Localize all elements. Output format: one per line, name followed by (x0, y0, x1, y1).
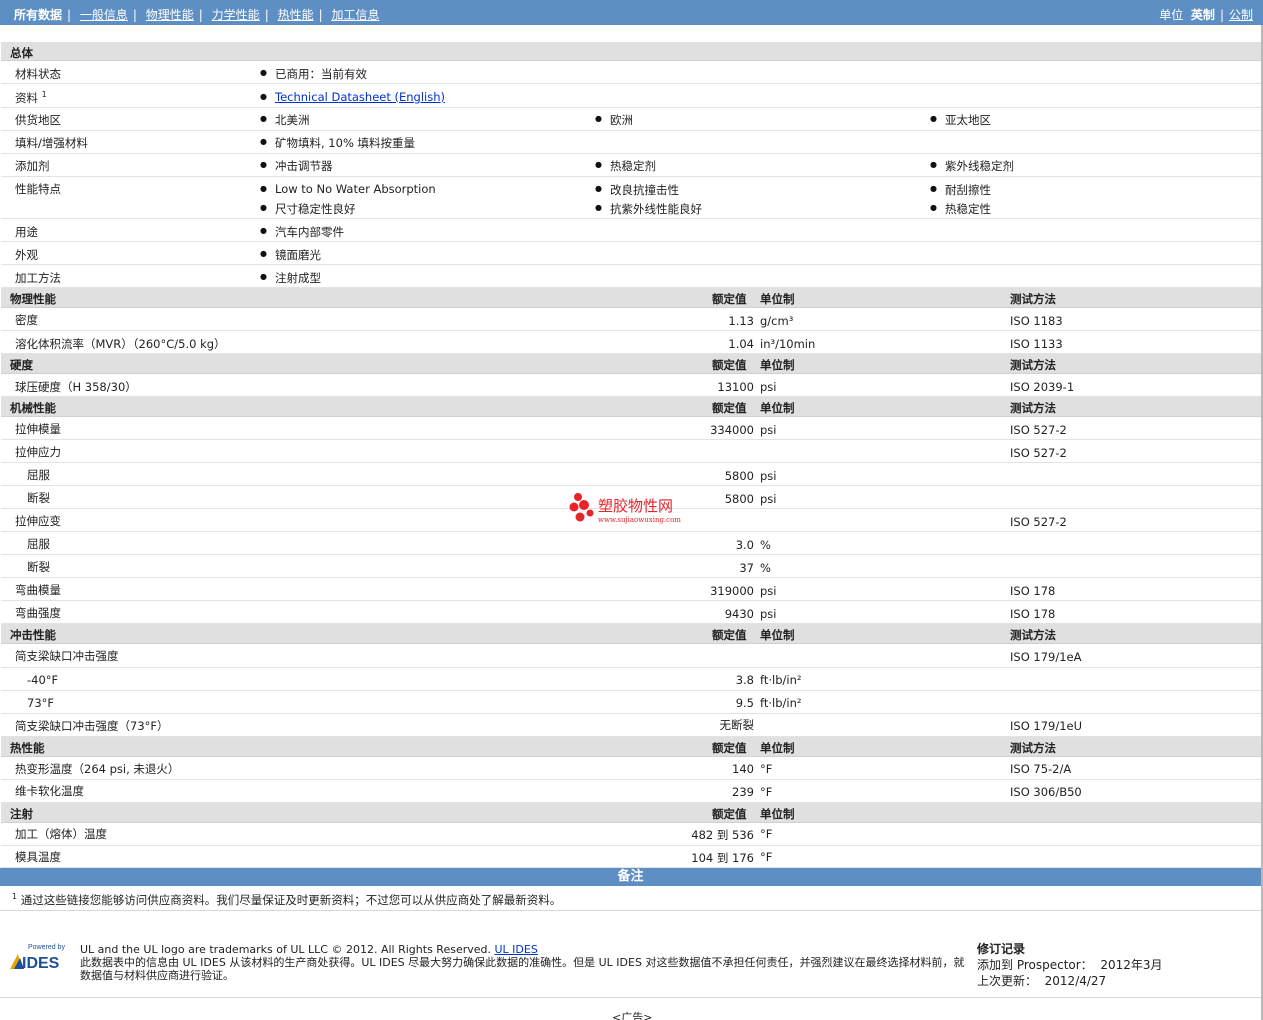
units-metric-link[interactable]: 公制 (1229, 8, 1253, 22)
revision-history: 修订记录 添加到 Prospector： 2012年3月 上次更新： 2012/… (977, 942, 1163, 988)
general-row-filler: 填料/增强材料 矿物填料, 10% 填料按重量 (1, 131, 1261, 154)
table-row: 球压硬度（H 358/30） 13100 psi ISO 2039-1 (1, 374, 1261, 397)
footer-disclaimer: UL and the UL logo are trademarks of UL … (80, 943, 965, 982)
table-row: 密度 1.13 g/cm³ ISO 1183 (1, 308, 1261, 331)
ad-label: <广告> (612, 1011, 653, 1020)
table-row: 简支梁缺口冲击强度（73°F） 无断裂 ISO 179/1eU (1, 714, 1261, 737)
notes-header: 备注 (0, 868, 1261, 886)
table-row: 模具温度 104 到 176 °F (1, 846, 1261, 868)
general-row-features: 性能特点 Low to No Water Absorption 改良抗撞击性 耐… (1, 177, 1261, 219)
svg-text:www.sujiaowuxing.com: www.sujiaowuxing.com (598, 516, 681, 524)
tab-all-data[interactable]: 所有数据 (14, 8, 62, 22)
table-row: 简支梁缺口冲击强度 ISO 179/1eA (1, 644, 1261, 668)
svg-text:IDES: IDES (22, 955, 60, 972)
section-thermal-header: 热性能 额定值 单位制 测试方法 (1, 737, 1261, 757)
general-row-use: 用途 汽车内部零件 (1, 219, 1261, 242)
section-impact-header: 冲击性能 额定值 单位制 测试方法 (1, 624, 1261, 644)
svg-text:塑胶物性网: 塑胶物性网 (598, 497, 673, 515)
table-row: 73°F 9.5 ft·lb/in² (1, 691, 1261, 714)
section-physical-header: 物理性能 额定值 单位制 测试方法 (1, 288, 1261, 308)
section-hardness-header: 硬度 额定值 单位制 测试方法 (1, 354, 1261, 374)
ul-ides-link[interactable]: UL IDES (495, 943, 538, 956)
table-row: 断裂 37% (1, 555, 1261, 578)
top-nav-bar: 所有数据 | 一般信息 | 物理性能 | 力学性能 | 热性能 | 加工信息 单位 英制 |… (0, 0, 1263, 25)
divider (0, 997, 1261, 998)
general-row-process: 加工方法 注射成型 (1, 265, 1261, 288)
ides-logo: Powered by IDES (8, 942, 70, 972)
datasheet-link[interactable]: Technical Datasheet (English) (275, 90, 445, 104)
table-row: -40°F 3.8 ft·lb/in² (1, 668, 1261, 691)
note-text: 1 通过这些链接您能够访问供应商资料。我们尽量保证及时更新资料；不过您可以从供应… (12, 892, 562, 907)
units-label: 单位 (1159, 8, 1184, 22)
tab-processing[interactable]: 加工信息 (331, 8, 379, 22)
table-row: 溶化体积流率（MVR）（260°C/5.0 kg） 1.04 in³/10min I… (1, 331, 1261, 354)
general-row-status: 材料状态 已商用：当前有效 (1, 61, 1261, 84)
divider (0, 910, 1261, 911)
general-row-appearance: 外观 镜面磨光 (1, 242, 1261, 265)
tab-mechanical[interactable]: 力学性能 (212, 8, 260, 22)
table-row: 弯曲强度 9430 psi ISO 178 (1, 601, 1261, 624)
table-row: 拉伸模量 334000 psi ISO 527-2 (1, 417, 1261, 440)
table-row: 屈服 3.0% (1, 532, 1261, 555)
section-general-header: 总体 (1, 42, 1261, 61)
tab-general-info[interactable]: 一般信息 (80, 8, 128, 22)
section-injection-header: 注射 额定值 单位制 (1, 803, 1261, 823)
tab-thermal[interactable]: 热性能 (278, 8, 314, 22)
svg-text:Powered by: Powered by (28, 944, 65, 951)
general-row-source: 资料 1 Technical Datasheet (English) (1, 84, 1261, 108)
table-row: 屈服 5800 psi (1, 463, 1261, 486)
table-row: 维卡软化温度 239 °F ISO 306/B50 (1, 780, 1261, 803)
table-row: 弯曲模量 319000 psi ISO 178 (1, 578, 1261, 601)
section-mechanical-header: 机械性能 额定值 单位制 测试方法 (1, 397, 1261, 417)
table-row: 加工（熔体）温度 482 到 536 °F (1, 823, 1261, 846)
units-imperial: 英制 (1190, 8, 1215, 22)
watermark-logo: 塑胶物性网 www.sujiaowuxing.com (568, 491, 698, 531)
table-row: 热变形温度（264 psi, 未退火） 140 °F ISO 75-2/A (1, 757, 1261, 780)
general-row-additives: 添加剂 冲击调节器 热稳定剂 紫外线稳定剂 (1, 154, 1261, 177)
tab-physical[interactable]: 物理性能 (146, 8, 194, 22)
general-row-region: 供货地区 北美洲 欧洲 亚太地区 (1, 108, 1261, 131)
table-row: 拉伸应力 ISO 527-2 (1, 440, 1261, 463)
